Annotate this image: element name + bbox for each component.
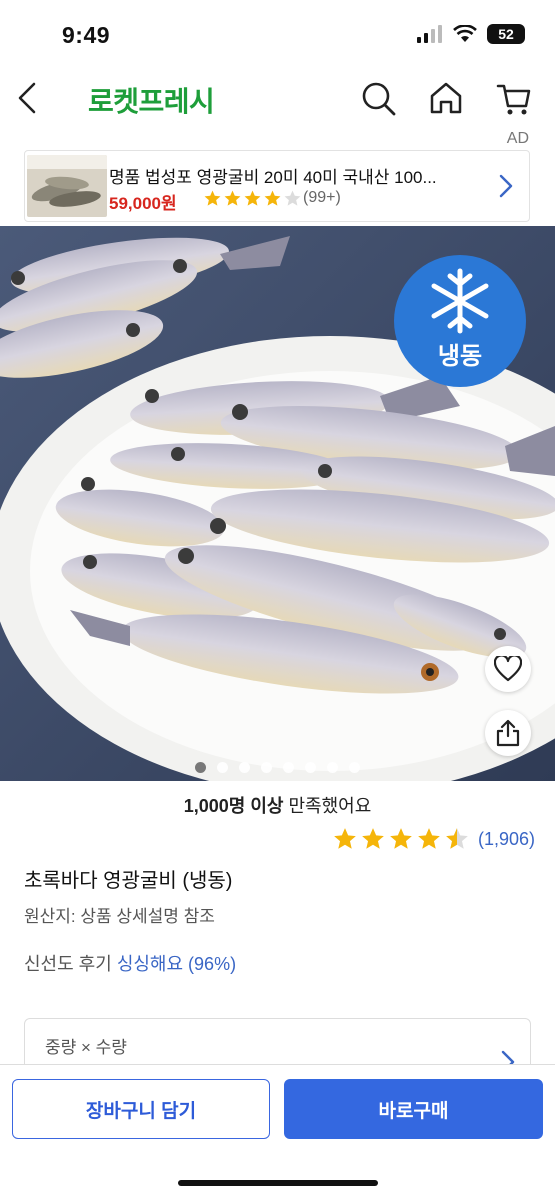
ad-title: 명품 법성포 영광굴비 20미 40미 국내산 100... [109, 168, 437, 187]
add-to-cart-button[interactable]: 장바구니 담기 [12, 1079, 270, 1139]
star-icon [244, 190, 261, 206]
ad-banner[interactable]: 명품 법성포 영광굴비 20미 40미 국내산 100... 59,000원 (… [24, 150, 530, 222]
battery-icon: 52 [487, 24, 525, 44]
ad-thumbnail [27, 155, 107, 217]
wifi-icon [453, 25, 477, 42]
star-icon [264, 190, 281, 206]
ad-review-count: (99+) [303, 189, 341, 206]
home-indicator[interactable] [178, 1180, 378, 1186]
product-rating[interactable]: (1,906) [332, 826, 535, 852]
carousel-dots[interactable] [0, 762, 555, 773]
option-label: 중량 × 수량 [45, 1038, 127, 1057]
wishlist-button[interactable] [485, 646, 531, 692]
brand-logo[interactable]: 로켓프레시 [88, 80, 215, 120]
status-time: 9:49 [62, 22, 111, 48]
ad-price: 59,000원 [109, 194, 177, 213]
heart-icon [494, 656, 522, 682]
carousel-dot[interactable] [283, 762, 294, 773]
freshness-review[interactable]: 신선도 후기 싱싱해요 (96%) [24, 950, 236, 976]
carousel-dot[interactable] [261, 762, 272, 773]
back-icon[interactable] [8, 78, 48, 118]
product-title: 초록바다 영광굴비 (냉동) [24, 870, 233, 892]
satisfaction-text: 1,000명 이상 만족했어요 [0, 792, 555, 818]
freshness-label: 신선도 후기 [24, 954, 117, 974]
carousel-dot[interactable] [239, 762, 250, 773]
satisfaction-suffix: 만족했어요 [283, 796, 372, 816]
star-icon [224, 190, 241, 206]
share-icon [496, 719, 520, 747]
carousel-dot[interactable] [217, 762, 228, 773]
cart-icon[interactable] [494, 78, 534, 118]
star-icon [418, 828, 440, 849]
star-icon [362, 828, 384, 849]
carousel-dot[interactable] [195, 762, 206, 773]
carousel-dot[interactable] [327, 762, 338, 773]
freshness-value[interactable]: 싱싱해요 (96%) [117, 954, 236, 974]
signal-icon [417, 25, 442, 43]
star-icon [334, 828, 356, 849]
ad-rating-stars [203, 189, 302, 208]
product-origin: 원산지: 상품 상세설명 참조 [24, 907, 215, 926]
ad-label: AD [506, 130, 529, 147]
search-icon[interactable] [358, 78, 398, 118]
satisfaction-count: 1,000명 이상 [183, 796, 284, 816]
home-icon[interactable] [426, 78, 466, 118]
star-icon [204, 190, 221, 206]
star-empty-icon [284, 190, 301, 206]
carousel-dot[interactable] [305, 762, 316, 773]
buy-now-button[interactable]: 바로구매 [284, 1079, 543, 1139]
star-icon [390, 828, 412, 849]
carousel-dot[interactable] [349, 762, 360, 773]
product-image[interactable] [0, 226, 555, 781]
star-half-icon [446, 828, 468, 849]
frozen-badge-label: 냉동 [437, 343, 483, 370]
share-button[interactable] [485, 710, 531, 756]
rating-count[interactable]: (1,906) [478, 829, 535, 850]
status-icons: 52 [417, 24, 525, 44]
chevron-right-icon[interactable] [497, 173, 515, 199]
